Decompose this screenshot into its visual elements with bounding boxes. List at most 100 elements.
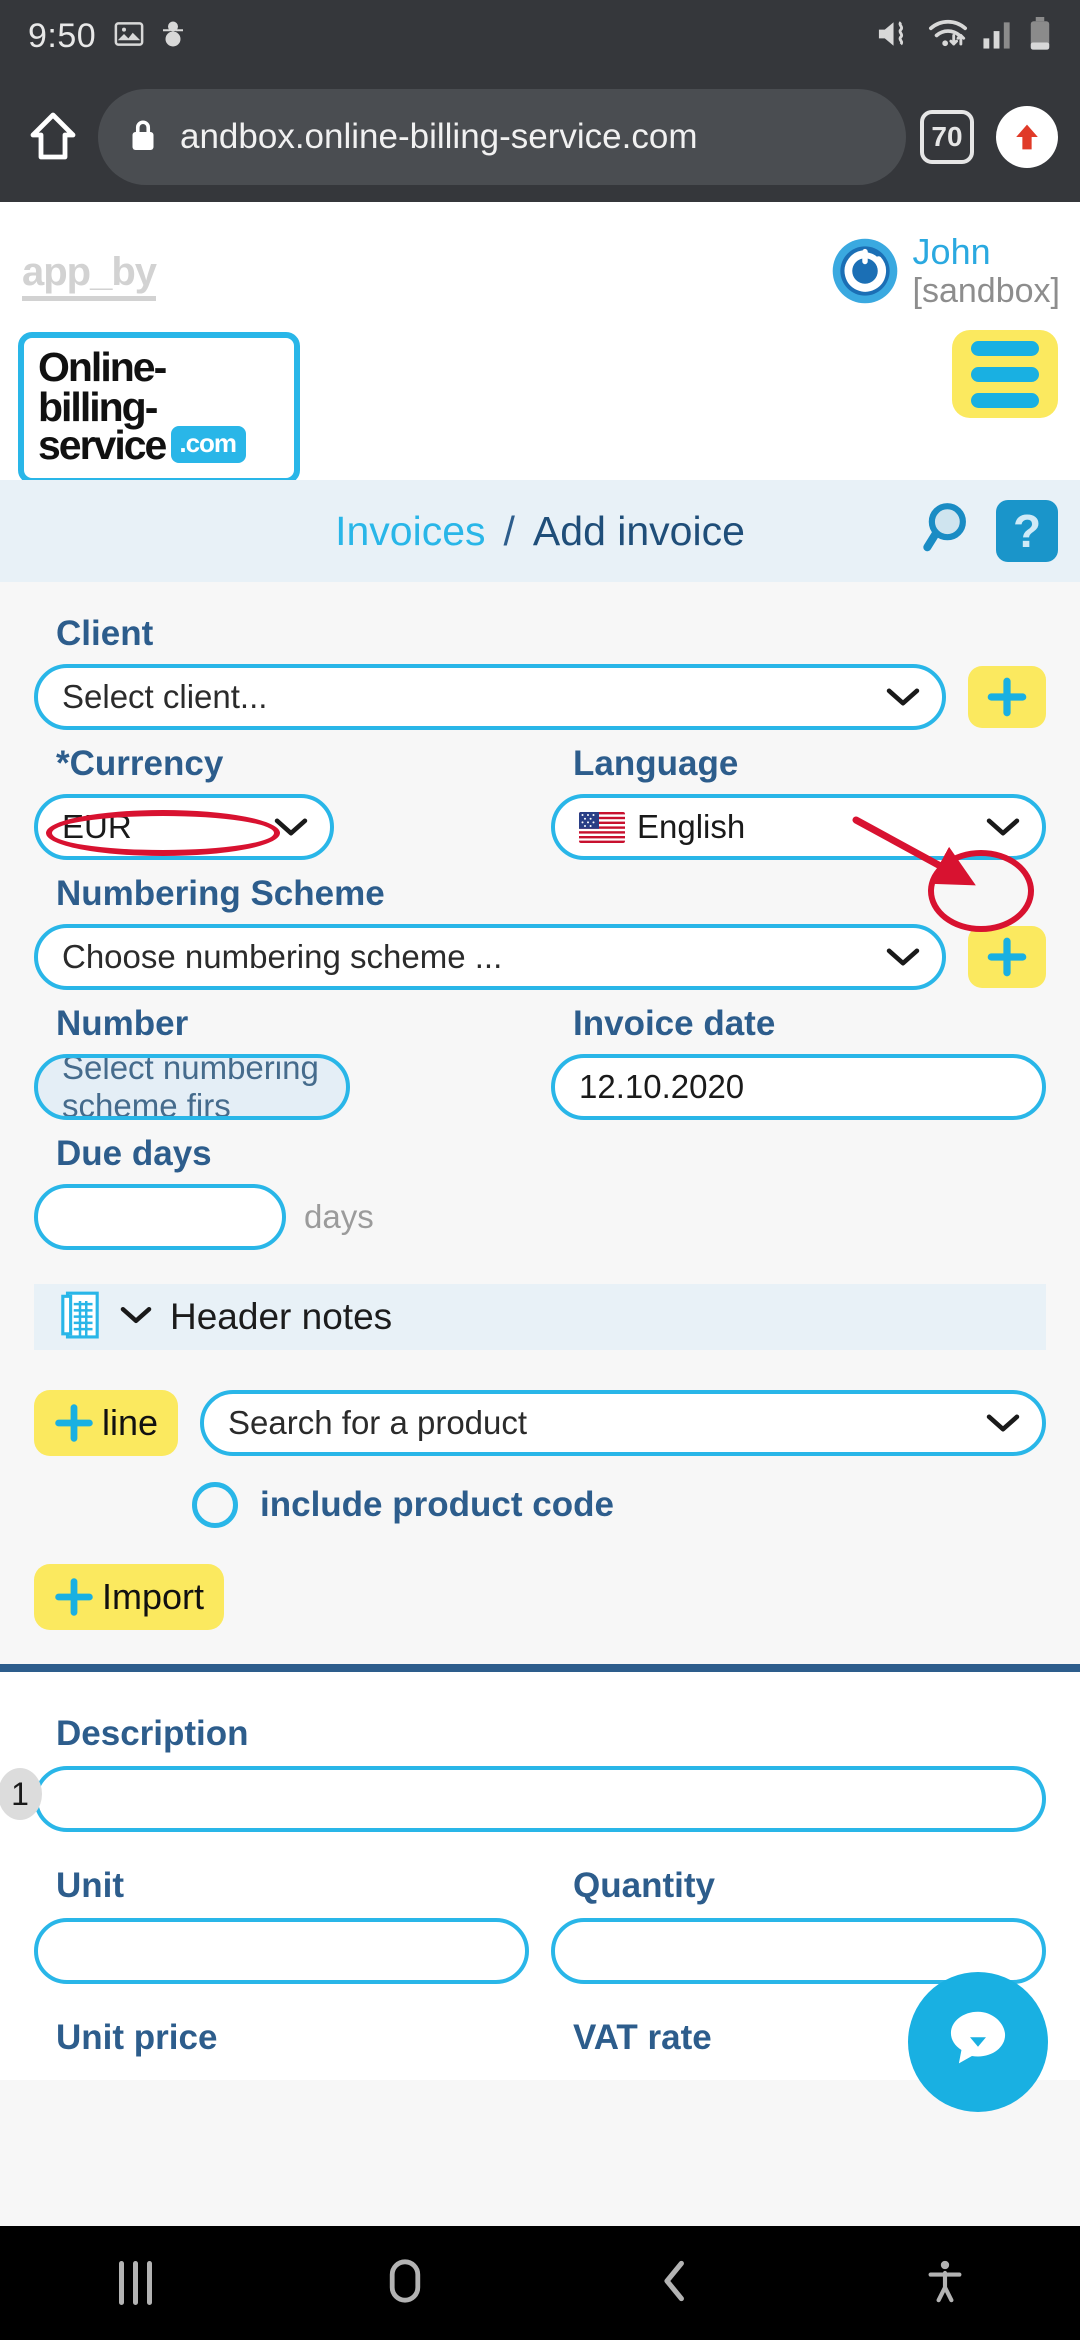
product-search-input[interactable]: Search for a product — [200, 1390, 1046, 1456]
back-button[interactable] — [540, 2257, 810, 2310]
product-search-wrap: Search for a product — [200, 1390, 1046, 1456]
number-input: Select numbering scheme firs — [34, 1054, 350, 1120]
breadcrumb-parent-link[interactable]: Invoices — [335, 508, 485, 555]
user-environment: [sandbox] — [912, 272, 1060, 311]
line-items-card: Description 1 Unit Quantity Unit price V… — [0, 1664, 1080, 2112]
breadcrumb-actions: ? — [920, 498, 1058, 565]
menu-bar-3 — [971, 392, 1039, 408]
battery-icon — [1028, 16, 1052, 56]
unit-input[interactable] — [34, 1918, 529, 1984]
recents-button[interactable] — [0, 2261, 270, 2305]
description-row: 1 — [0, 1766, 1046, 1832]
import-label: Import — [102, 1576, 205, 1617]
search-icon[interactable] — [920, 498, 982, 565]
description-input[interactable] — [34, 1766, 1046, 1832]
chat-bubble-icon[interactable] — [908, 1972, 1048, 2112]
recents-bar-3 — [146, 2261, 152, 2305]
numbering-scheme-select-wrap: Choose numbering scheme ... — [34, 924, 946, 990]
import-button[interactable]: Import — [34, 1564, 225, 1630]
site-header: app_by John [sandbox] Online-billing- se… — [0, 202, 1080, 485]
chevron-down-icon — [886, 938, 920, 976]
url-bar[interactable]: andbox.online-billing-service.com — [98, 89, 906, 185]
header-notes-section[interactable]: Header notes — [34, 1284, 1046, 1350]
power-icon[interactable] — [831, 237, 899, 305]
phone-screen: 9:50 andbox.online-billing-service.com 7… — [0, 0, 1080, 2340]
add-numbering-scheme-button[interactable] — [968, 926, 1046, 988]
chevron-down-icon — [886, 678, 920, 716]
include-product-code-toggle[interactable] — [192, 1482, 238, 1528]
quantity-label: Quantity — [573, 1866, 715, 1905]
us-flag-icon — [579, 811, 625, 843]
site-logo[interactable]: Online-billing- service .com — [18, 332, 300, 485]
breadcrumb-trail: Invoices / Add invoice — [22, 508, 1058, 555]
currency-select[interactable]: EUR — [34, 794, 334, 860]
unitprice-vat-row: Unit price VAT rate — [34, 2018, 1046, 2070]
unit-field-group: Unit — [34, 1866, 529, 1984]
currency-language-row: *Currency EUR Language English — [34, 730, 1046, 860]
accessibility-button[interactable] — [810, 2257, 1080, 2310]
notepad-icon — [58, 1290, 102, 1345]
recents-icon — [118, 2261, 152, 2305]
lock-icon — [128, 117, 158, 158]
chevron-down-icon — [986, 808, 1020, 846]
unit-label: Unit — [56, 1866, 125, 1905]
cellular-signal-icon — [982, 18, 1014, 55]
due-days-field-group: Due days days — [34, 1120, 1046, 1250]
invoice-date-input[interactable]: 12.10.2020 — [551, 1054, 1046, 1120]
url-text: andbox.online-billing-service.com — [180, 117, 698, 156]
webpage-viewport: app_by John [sandbox] Online-billing- se… — [0, 202, 1080, 2226]
add-line-button[interactable]: line — [34, 1390, 179, 1456]
invoice-date-label: Invoice date — [573, 1004, 776, 1043]
chevron-down-icon — [274, 808, 308, 846]
logo-line-2-wrap: service .com — [38, 425, 280, 466]
client-row: Select client... — [34, 664, 1046, 730]
hamburger-menu-icon[interactable] — [952, 330, 1058, 418]
status-bar-clock: 9:50 — [28, 16, 97, 55]
app-by-text: app_by — [22, 250, 157, 301]
invoice-form: Client Select client... *Currency EUR La… — [0, 582, 1080, 1630]
include-product-code-row[interactable]: include product code — [192, 1482, 1046, 1528]
client-field-group: Client Select client... — [34, 600, 1046, 730]
invoice-date-field-group: Invoice date 12.10.2020 — [551, 990, 1046, 1120]
user-account-area[interactable]: John [sandbox] — [831, 231, 1060, 311]
due-days-input[interactable] — [34, 1184, 286, 1250]
add-client-button[interactable] — [968, 666, 1046, 728]
currency-value: EUR — [62, 808, 132, 845]
user-name: John — [912, 231, 991, 272]
product-search-placeholder: Search for a product — [228, 1404, 528, 1441]
status-bar-notification-icons — [114, 19, 186, 54]
due-days-label: Due days — [56, 1134, 212, 1173]
home-button[interactable] — [270, 2257, 540, 2310]
client-label: Client — [56, 614, 154, 653]
tab-count-button[interactable]: 70 — [920, 110, 974, 164]
status-bar-system-icons — [876, 16, 1052, 56]
logo-line-1: Online-billing- — [38, 344, 167, 431]
numbering-scheme-value: Choose numbering scheme ... — [62, 938, 503, 975]
line-number-badge: 1 — [0, 1768, 42, 1820]
snowman-icon — [160, 19, 186, 54]
client-select-value: Select client... — [62, 678, 268, 715]
header-notes-label: Header notes — [170, 1296, 393, 1337]
include-product-code-label: include product code — [260, 1485, 614, 1524]
logo-com-badge: .com — [171, 426, 247, 464]
breadcrumb-separator: / — [503, 507, 515, 554]
client-select[interactable]: Select client... — [34, 664, 946, 730]
android-status-bar: 9:50 — [0, 0, 1080, 72]
back-chevron-icon — [655, 2257, 695, 2310]
chevron-down-icon[interactable] — [120, 1304, 152, 1331]
language-select[interactable]: English — [551, 794, 1046, 860]
numbering-scheme-label: Numbering Scheme — [56, 874, 385, 913]
import-row: Import — [34, 1564, 1046, 1630]
number-field-group: Number Select numbering scheme firs — [34, 990, 529, 1120]
currency-label: *Currency — [56, 744, 223, 784]
upload-arrow-icon[interactable] — [996, 106, 1058, 168]
unit-quantity-row: Unit Quantity — [34, 1866, 1046, 1984]
due-days-row: days — [34, 1184, 1046, 1250]
unit-price-field-group: Unit price — [34, 2018, 529, 2070]
accessibility-icon — [925, 2257, 965, 2310]
numbering-scheme-select[interactable]: Choose numbering scheme ... — [34, 924, 946, 990]
numbering-scheme-row: Choose numbering scheme ... — [34, 924, 1046, 990]
user-identity: John [sandbox] — [912, 231, 1060, 311]
home-icon[interactable] — [22, 106, 84, 168]
help-button[interactable]: ? — [996, 500, 1058, 562]
